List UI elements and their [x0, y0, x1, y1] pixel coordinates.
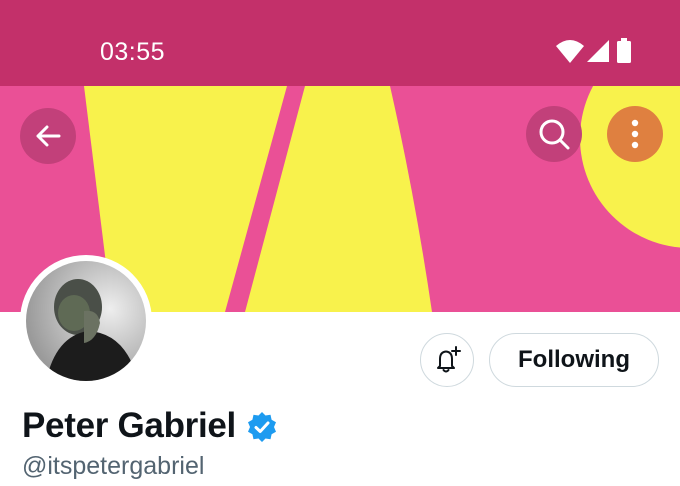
- following-button[interactable]: Following: [489, 333, 659, 387]
- arrow-left-icon: [36, 125, 61, 147]
- profile-handle: @itspetergabriel: [22, 452, 205, 480]
- bell-plus-icon: [437, 346, 461, 373]
- wifi-icon: [556, 40, 584, 63]
- avatar[interactable]: [20, 255, 152, 387]
- verified-badge-icon: [247, 412, 276, 442]
- display-name: Peter Gabriel: [22, 406, 236, 445]
- notifications-button[interactable]: [420, 333, 474, 387]
- status-bar: 03:55: [0, 0, 680, 86]
- search-button[interactable]: [526, 106, 582, 162]
- battery-icon: [617, 38, 631, 63]
- avatar-photo: [26, 261, 146, 381]
- status-time: 03:55: [100, 38, 166, 66]
- search-icon: [539, 119, 570, 150]
- more-options-button[interactable]: [607, 106, 663, 162]
- signal-icon: [587, 40, 609, 62]
- back-button[interactable]: [20, 108, 76, 164]
- more-vertical-icon: [631, 119, 639, 149]
- profile-name-row: Peter Gabriel: [22, 402, 278, 450]
